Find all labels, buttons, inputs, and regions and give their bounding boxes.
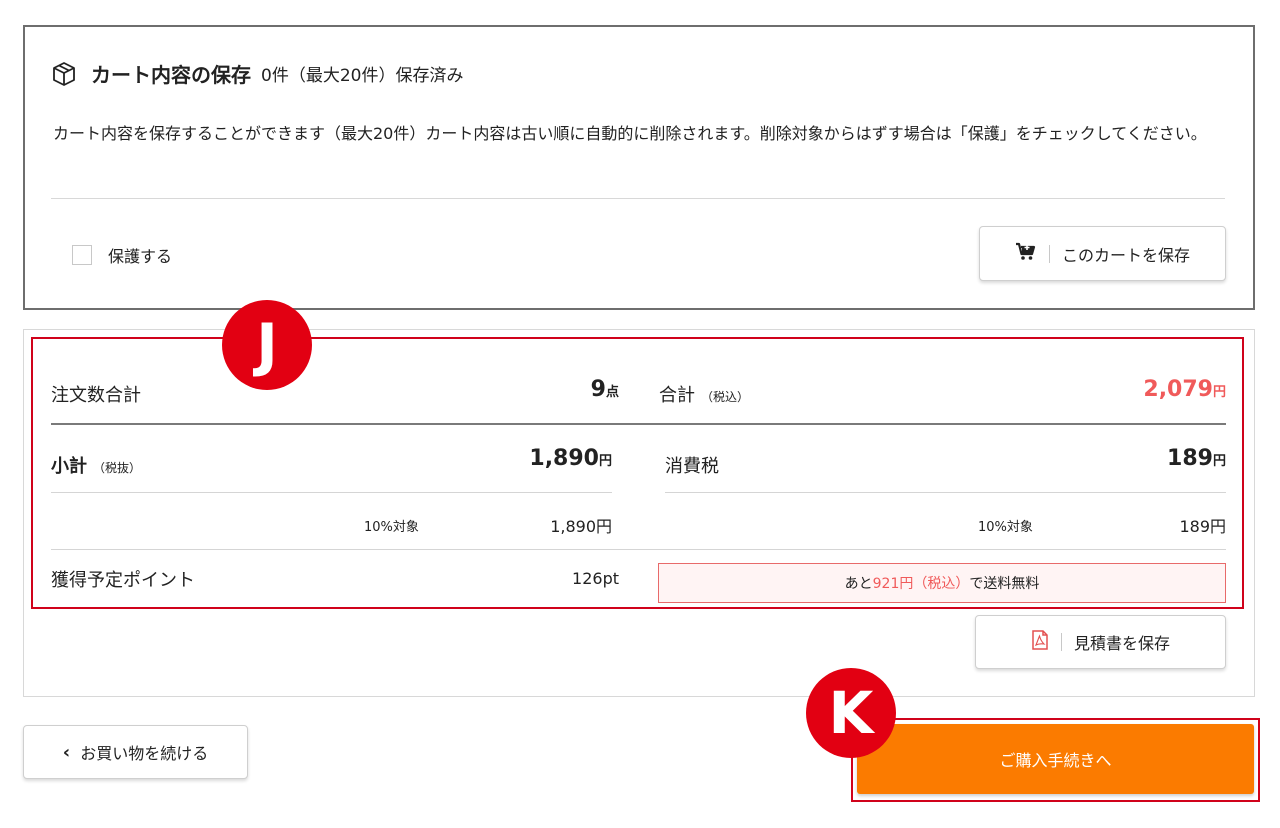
checkout-button[interactable]: ご購入手続きへ — [857, 724, 1254, 794]
chevron-left-icon: ‹ — [62, 741, 71, 763]
cart-icon — [1015, 242, 1037, 266]
pdf-icon — [1031, 630, 1049, 654]
button-separator — [1060, 633, 1062, 651]
save-cart-divider — [51, 198, 1225, 199]
save-cart-button[interactable]: このカートを保存 — [979, 226, 1226, 281]
save-cart-status: 0件（最大20件）保存済み — [261, 66, 464, 86]
save-cart-description: カート内容を保存することができます（最大20件）カート内容は古い順に自動的に削除… — [53, 124, 1207, 143]
protect-label: 保護する — [108, 247, 173, 266]
annotation-frame-j — [31, 337, 1244, 609]
box-icon — [51, 61, 77, 87]
save-cart-title: カート内容の保存 — [91, 63, 251, 87]
save-cart-button-label: このカートを保存 — [1061, 245, 1190, 265]
annotation-badge-j: J — [222, 300, 312, 390]
protect-option[interactable]: 保護する — [72, 243, 172, 267]
save-estimate-label: 見積書を保存 — [1073, 634, 1170, 653]
continue-shopping-button[interactable]: ‹ お買い物を続ける — [23, 725, 248, 779]
protect-checkbox[interactable] — [72, 245, 92, 265]
button-separator — [1048, 244, 1050, 263]
save-estimate-button[interactable]: 見積書を保存 — [975, 615, 1226, 669]
save-cart-header: カート内容の保存 0件（最大20件）保存済み — [51, 59, 463, 88]
annotation-badge-k: K — [806, 668, 896, 758]
continue-shopping-label: お買い物を続ける — [80, 744, 209, 763]
checkout-button-label: ご購入手続きへ — [999, 751, 1112, 770]
